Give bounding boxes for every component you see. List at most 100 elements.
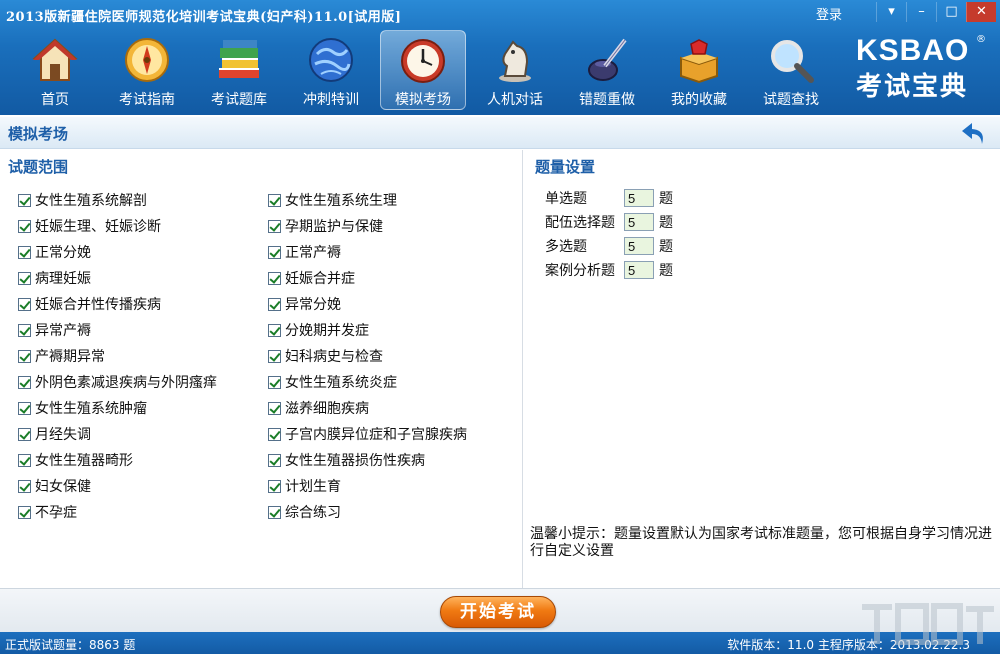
topic-label: 正常分娩 bbox=[35, 245, 91, 261]
matching-count-input[interactable] bbox=[624, 213, 654, 231]
checkbox-checked[interactable] bbox=[268, 453, 281, 467]
topic-label: 滋养细胞疾病 bbox=[285, 401, 369, 417]
topic-checkbox-item[interactable]: 异常分娩 bbox=[268, 294, 341, 314]
checkbox-checked[interactable] bbox=[18, 349, 31, 363]
checkbox-checked[interactable] bbox=[268, 323, 281, 337]
topic-checkbox-item[interactable]: 分娩期并发症 bbox=[268, 320, 369, 340]
topic-checkbox-item[interactable]: 妊娠合并性传播疾病 bbox=[18, 294, 161, 314]
quantity-row-multi-choice: 多选题 题 bbox=[545, 236, 673, 256]
topic-checkbox-item[interactable]: 月经失调 bbox=[18, 424, 91, 444]
checkbox-checked[interactable] bbox=[268, 271, 281, 285]
topic-checkbox-item[interactable]: 女性生殖器畸形 bbox=[18, 450, 133, 470]
back-button[interactable] bbox=[960, 120, 988, 146]
nav-label: 我的收藏 bbox=[671, 92, 727, 108]
section-title-bar: 模拟考场 bbox=[0, 117, 1000, 149]
case-analysis-count-input[interactable] bbox=[624, 261, 654, 279]
topic-checkbox-item[interactable]: 正常产褥 bbox=[268, 242, 341, 262]
single-choice-count-input[interactable] bbox=[624, 189, 654, 207]
checkbox-checked[interactable] bbox=[268, 401, 281, 415]
tip-text: 温馨小提示：题量设置默认为国家考试标准题量，您可根据自身学习情况进行自定义设置 bbox=[530, 526, 992, 559]
nav-item-human-machine-dialog[interactable]: 人机对话 bbox=[472, 30, 558, 110]
menu-dropdown-button[interactable]: ▾ bbox=[876, 2, 906, 22]
checkbox-checked[interactable] bbox=[268, 297, 281, 311]
nav-label: 模拟考场 bbox=[395, 92, 451, 108]
quantity-label: 单选题 bbox=[545, 191, 587, 207]
topic-label: 孕期监护与保健 bbox=[285, 219, 383, 235]
watermark-logo bbox=[862, 603, 994, 645]
checkbox-checked[interactable] bbox=[268, 375, 281, 389]
topic-checkbox-item[interactable]: 女性生殖器损伤性疾病 bbox=[268, 450, 425, 470]
quantity-row-matching: 配伍选择题 题 bbox=[545, 212, 673, 232]
checkbox-checked[interactable] bbox=[18, 271, 31, 285]
topic-checkbox-item[interactable]: 妇科病史与检查 bbox=[268, 346, 383, 366]
checkbox-checked[interactable] bbox=[268, 427, 281, 441]
checkbox-checked[interactable] bbox=[18, 427, 31, 441]
topic-checkbox-item[interactable]: 女性生殖系统解剖 bbox=[18, 190, 147, 210]
registered-mark: ® bbox=[976, 34, 986, 45]
checkbox-checked[interactable] bbox=[18, 375, 31, 389]
checkbox-checked[interactable] bbox=[18, 479, 31, 493]
topic-label: 异常产褥 bbox=[35, 323, 91, 339]
nav-item-sprint-training[interactable]: 冲刺特训 bbox=[288, 30, 374, 110]
topic-label: 子宫内膜异位症和子宫腺疾病 bbox=[285, 427, 467, 443]
topic-checkbox-item[interactable]: 妊娠合并症 bbox=[268, 268, 355, 288]
title-bar: 2013版新疆住院医师规范化培训考试宝典(妇产科)11.0[试用版] 登录 ▾ … bbox=[0, 0, 1000, 28]
topic-checkbox-item[interactable]: 女性生殖系统生理 bbox=[268, 190, 397, 210]
topic-checkbox-item[interactable]: 滋养细胞疾病 bbox=[268, 398, 369, 418]
topic-label: 女性生殖器畸形 bbox=[35, 453, 133, 469]
nav-item-exam-guide[interactable]: 考试指南 bbox=[104, 30, 190, 110]
nav-item-question-search[interactable]: 试题查找 bbox=[748, 30, 834, 110]
checkbox-checked[interactable] bbox=[268, 349, 281, 363]
checkbox-checked[interactable] bbox=[268, 245, 281, 259]
topic-checkbox-item[interactable]: 女性生殖系统肿瘤 bbox=[18, 398, 147, 418]
exam-scope-heading: 试题范围 bbox=[8, 158, 69, 176]
close-button[interactable]: ✕ bbox=[966, 2, 996, 22]
maximize-button[interactable]: □ bbox=[936, 2, 966, 22]
topic-checkbox-item[interactable]: 子宫内膜异位症和子宫腺疾病 bbox=[268, 424, 467, 444]
checkbox-checked[interactable] bbox=[268, 193, 281, 207]
topic-checkbox-item[interactable]: 孕期监护与保健 bbox=[268, 216, 383, 236]
login-link[interactable]: 登录 bbox=[816, 4, 842, 23]
checkbox-checked[interactable] bbox=[268, 219, 281, 233]
checkbox-checked[interactable] bbox=[18, 401, 31, 415]
books-icon bbox=[213, 34, 265, 86]
topic-checkbox-item[interactable]: 计划生育 bbox=[268, 476, 341, 496]
topic-checkbox-item[interactable]: 妇女保健 bbox=[18, 476, 91, 496]
checkbox-checked[interactable] bbox=[18, 323, 31, 337]
nav-item-mock-exam[interactable]: 模拟考场 bbox=[380, 30, 466, 110]
topic-label: 女性生殖系统生理 bbox=[285, 193, 397, 209]
checkbox-checked[interactable] bbox=[18, 505, 31, 519]
checkbox-checked[interactable] bbox=[268, 479, 281, 493]
quantity-label: 案例分析题 bbox=[545, 263, 615, 279]
app-title: 2013版新疆住院医师规范化培训考试宝典(妇产科)11.0[试用版] bbox=[6, 10, 402, 25]
topic-checkbox-item[interactable]: 异常产褥 bbox=[18, 320, 91, 340]
logo-text-cn: 考试宝典 bbox=[856, 72, 969, 102]
topic-checkbox-item[interactable]: 女性生殖系统炎症 bbox=[268, 372, 397, 392]
checkbox-checked[interactable] bbox=[18, 297, 31, 311]
multi-choice-count-input[interactable] bbox=[624, 237, 654, 255]
quantity-unit: 题 bbox=[659, 191, 673, 207]
checkbox-checked[interactable] bbox=[18, 245, 31, 259]
topic-checkbox-item[interactable]: 外阴色素减退疾病与外阴瘙痒 bbox=[18, 372, 217, 392]
ink-pen-icon bbox=[581, 34, 633, 86]
checkbox-checked[interactable] bbox=[18, 453, 31, 467]
checkbox-checked[interactable] bbox=[268, 505, 281, 519]
topic-checkbox-item[interactable]: 不孕症 bbox=[18, 502, 77, 522]
topic-checkbox-item[interactable]: 妊娠生理、妊娠诊断 bbox=[18, 216, 161, 236]
topic-checkbox-item[interactable]: 正常分娩 bbox=[18, 242, 91, 262]
magnifier-icon bbox=[765, 34, 817, 86]
start-exam-button[interactable]: 开始考试 bbox=[440, 596, 556, 628]
topic-checkbox-item[interactable]: 病理妊娠 bbox=[18, 268, 91, 288]
checkbox-checked[interactable] bbox=[18, 193, 31, 207]
topic-checkbox-item[interactable]: 产褥期异常 bbox=[18, 346, 105, 366]
quantity-row-case-analysis: 案例分析题 题 bbox=[545, 260, 673, 280]
minimize-button[interactable]: – bbox=[906, 2, 936, 22]
nav-item-my-favorites[interactable]: 我的收藏 bbox=[656, 30, 742, 110]
nav-item-home[interactable]: 首页 bbox=[12, 30, 98, 110]
nav-item-question-bank[interactable]: 考试题库 bbox=[196, 30, 282, 110]
quantity-settings-panel: 题量设置 单选题 题 配伍选择题 题 多选题 题 案例分析题 题 温馨小提示：题… bbox=[524, 150, 1000, 588]
checkbox-checked[interactable] bbox=[18, 219, 31, 233]
topic-checkbox-item[interactable]: 综合练习 bbox=[268, 502, 341, 522]
topic-label: 妊娠生理、妊娠诊断 bbox=[35, 219, 161, 235]
nav-item-redo-mistakes[interactable]: 错题重做 bbox=[564, 30, 650, 110]
